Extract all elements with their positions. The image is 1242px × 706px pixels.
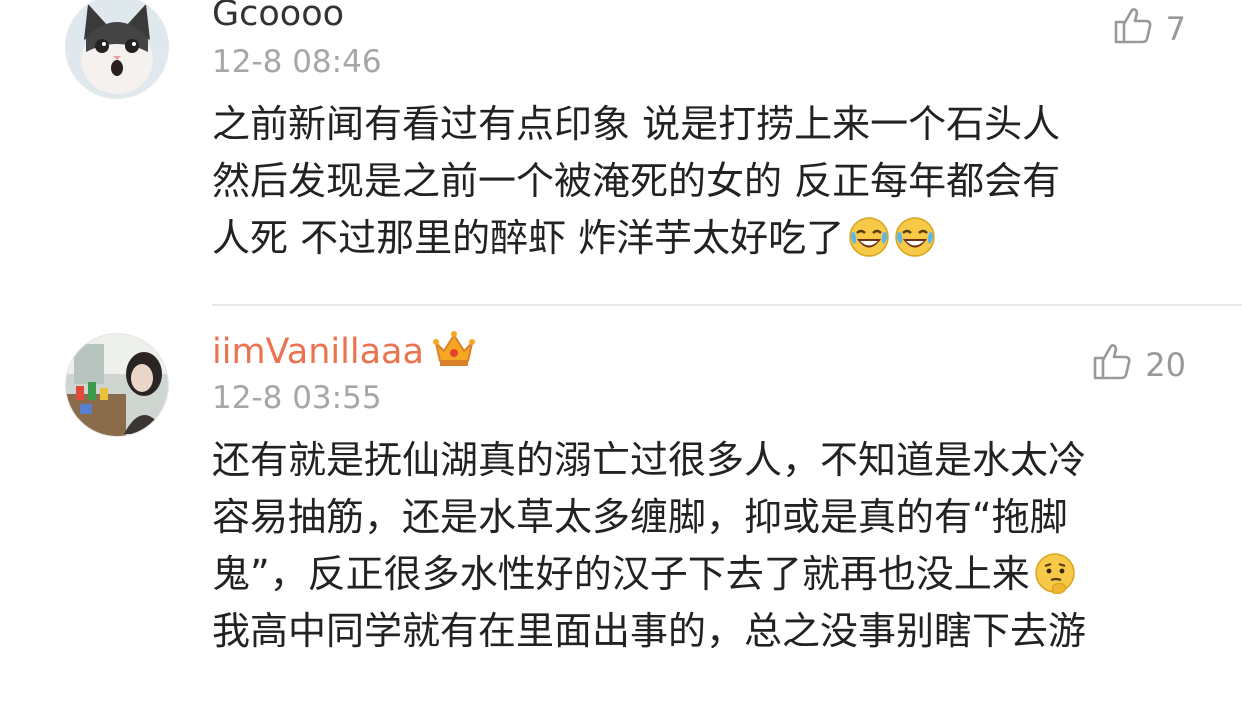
divider xyxy=(212,304,1242,306)
comment-line: 我高中同学就有在里面出事的，总之没事别瞎下去游 xyxy=(212,609,1087,653)
like-count: 20 xyxy=(1145,346,1186,384)
username[interactable]: Gcoooo xyxy=(212,0,344,34)
laugh-cry-emoji xyxy=(894,216,936,258)
comment-text: 还有就是抚仙湖真的溺亡过很多人，不知道是水太冷 容易抽筋，还是水草太多缠脚，抑或… xyxy=(212,432,1202,660)
timestamp: 12-8 08:46 xyxy=(212,44,382,80)
like-button[interactable]: 20 xyxy=(1091,340,1186,390)
comment-line-text: 鬼”，反正很多水性好的汉子下去了就再也没上来 xyxy=(212,552,1030,596)
timestamp: 12-8 03:55 xyxy=(212,380,382,416)
comment-line: 容易抽筋，还是水草太多缠脚，抑或是真的有“拖脚 xyxy=(212,495,1068,539)
comment-line: 鬼”，反正很多水性好的汉子下去了就再也没上来 xyxy=(212,546,1202,603)
avatar[interactable] xyxy=(66,0,168,98)
comment-line: 还有就是抚仙湖真的溺亡过很多人，不知道是水太冷 xyxy=(212,438,1087,482)
avatar[interactable] xyxy=(66,334,168,436)
laugh-cry-emoji xyxy=(848,216,890,258)
username-text[interactable]: iimVanillaaa xyxy=(212,332,424,372)
vip-crown-icon xyxy=(432,329,476,369)
thumbs-up-icon xyxy=(1112,4,1154,54)
comment-line-text: 人死 不过那里的醉虾 炸洋芋太好吃了 xyxy=(212,216,845,260)
like-count: 7 xyxy=(1165,10,1186,48)
thinking-emoji xyxy=(1034,552,1076,595)
like-button[interactable]: 7 xyxy=(1112,4,1186,54)
comment-line: 然后发现是之前一个被淹死的女的 反正每年都会有 xyxy=(212,159,1061,203)
username[interactable]: iimVanillaaa xyxy=(212,329,476,373)
comment-text: 之前新闻有看过有点印象 说是打捞上来一个石头人 然后发现是之前一个被淹死的女的 … xyxy=(212,96,1202,267)
thumbs-up-icon xyxy=(1091,340,1133,390)
comment-line: 人死 不过那里的醉虾 炸洋芋太好吃了 xyxy=(212,210,1202,267)
comment-line: 之前新闻有看过有点印象 说是打捞上来一个石头人 xyxy=(212,102,1061,146)
